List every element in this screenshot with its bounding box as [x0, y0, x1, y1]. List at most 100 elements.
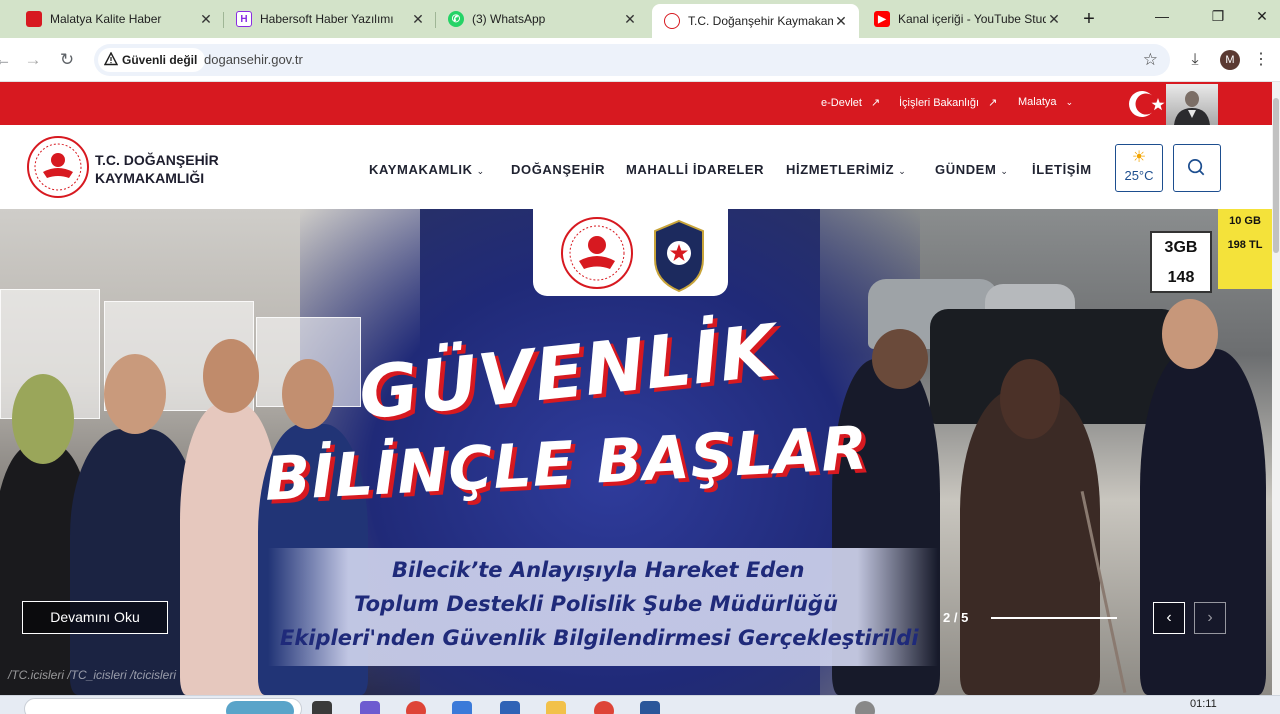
tab-whatsapp[interactable]: ✆ (3) WhatsApp ✕	[436, 4, 648, 34]
bookmark-star-icon[interactable]: ☆	[1143, 50, 1158, 70]
weather-widget-icon[interactable]	[226, 701, 294, 714]
ataturk-portrait	[1166, 84, 1218, 125]
brand-line-1: T.C. DOĞANŞEHİR	[95, 152, 219, 168]
security-label: Güvenli değil	[122, 53, 198, 67]
slide-subtitle-line-2: Toplum Destekli Polislik Şube Müdürlüğü	[354, 592, 838, 616]
malatya-label: Malatya	[1018, 96, 1057, 108]
app-icon[interactable]	[855, 701, 875, 714]
app-icon[interactable]	[500, 701, 520, 714]
nav-dogansehir[interactable]: DOĞANŞEHİR	[511, 162, 605, 177]
portrait-silhouette-icon	[1174, 91, 1210, 125]
tab-title: Kanal içeriği - YouTube Studi	[898, 12, 1046, 26]
tab-youtube-studio[interactable]: ▶ Kanal içeriği - YouTube Studi ✕	[862, 4, 1072, 34]
nav-label: DOĞANŞEHİR	[511, 162, 606, 177]
close-icon[interactable]: ✕	[1046, 11, 1062, 27]
back-arrow-icon[interactable]: ←	[0, 49, 14, 71]
chevron-down-icon: ⌄	[1000, 166, 1009, 176]
external-arrow-icon: ↗	[871, 97, 881, 109]
slide-subtitle-line-3: Ekipleri'nden Güvenlik Bilgilendirmesi G…	[280, 626, 919, 650]
close-icon[interactable]: ✕	[410, 11, 426, 27]
restore-icon[interactable]: ❐	[1206, 8, 1230, 30]
emblems-icon	[561, 217, 704, 293]
tab-title: (3) WhatsApp	[472, 12, 546, 26]
chevron-left-icon: ‹	[1166, 609, 1172, 626]
app-icon[interactable]	[452, 701, 472, 714]
nav-hizmetlerimiz[interactable]: HİZMETLERİMİZ ⌄	[786, 162, 906, 177]
tab-dogansehir-kaymakamligi[interactable]: T.C. Doğanşehir Kaymakaml ✕	[652, 4, 859, 38]
chevron-down-icon: ⌄	[898, 166, 907, 176]
brand-line-2: KAYMAKAMLIĞI	[95, 170, 205, 186]
nav-gundem[interactable]: GÜNDEM ⌄	[935, 162, 1009, 177]
search-icon	[1187, 158, 1205, 176]
tab-habersoft[interactable]: H Habersoft Haber Yazılımı ✕	[224, 4, 436, 34]
forward-arrow-icon[interactable]: →	[22, 49, 44, 71]
scrollbar-thumb[interactable]	[1273, 98, 1279, 253]
nav-kaymakamlik[interactable]: KAYMAKAMLIK ⌄	[369, 162, 485, 177]
kebab-menu-icon[interactable]: ⋮	[1250, 49, 1272, 71]
nav-iletisim[interactable]: İLETİŞİM	[1032, 162, 1092, 177]
window-close-icon[interactable]: ✕	[1250, 8, 1274, 30]
download-icon[interactable]: ⤓	[1184, 49, 1206, 71]
chevron-down-icon: ⌄	[1065, 97, 1074, 107]
close-icon[interactable]: ✕	[833, 13, 849, 29]
warning-triangle-icon	[104, 52, 118, 66]
address-bar[interactable]: Güvenli değil dogansehir.gov.tr ☆	[94, 44, 1170, 76]
nav-label: GÜNDEM	[935, 162, 997, 177]
news-favicon-icon	[26, 11, 42, 27]
weather-widget[interactable]: ☀ 25°C	[1115, 144, 1163, 192]
nav-label: KAYMAKAMLIK	[369, 162, 473, 177]
task-view-icon[interactable]	[312, 701, 332, 714]
profile-avatar[interactable]: M	[1220, 50, 1240, 70]
chevron-down-icon: ⌄	[476, 166, 485, 176]
word-icon[interactable]	[640, 701, 660, 714]
file-explorer-icon[interactable]	[546, 701, 566, 714]
tab-title: T.C. Doğanşehir Kaymakaml	[688, 14, 833, 28]
kaymakamlik-seal-logo[interactable]	[27, 136, 89, 198]
nav-mahalli-idareler[interactable]: MAHALLİ İDARELER	[626, 162, 764, 177]
taskbar-clock[interactable]: 01:11	[1190, 698, 1217, 710]
person-head	[872, 329, 928, 389]
malatya-dropdown[interactable]: Malatya ⌄	[1018, 96, 1073, 108]
windows-taskbar: 01:11	[0, 695, 1280, 714]
person-head	[1000, 359, 1060, 439]
copilot-icon[interactable]	[360, 701, 380, 714]
icisleri-link[interactable]: İçişleri Bakanlığı ↗	[899, 96, 997, 109]
tab-title: Malatya Kalite Haber	[50, 12, 162, 26]
browser-toolbar: ← → ↻ Güvenli değil dogansehir.gov.tr ☆ …	[0, 38, 1280, 82]
officer-figure	[1140, 349, 1266, 695]
new-tab-button[interactable]: +	[1078, 9, 1100, 31]
security-chip[interactable]: Güvenli değil	[98, 48, 206, 72]
nav-label: HİZMETLERİMİZ	[786, 162, 895, 177]
person-head	[1162, 299, 1218, 369]
chrome-icon[interactable]	[594, 701, 614, 714]
close-icon[interactable]: ✕	[622, 11, 638, 27]
edevlet-label: e-Devlet	[821, 97, 862, 109]
brand-name[interactable]: T.C. DOĞANŞEHİR KAYMAKAMLIĞI	[95, 151, 219, 187]
person-head	[12, 374, 74, 464]
close-icon[interactable]: ✕	[198, 11, 214, 27]
chrome-icon[interactable]	[406, 701, 426, 714]
tab-title: Habersoft Haber Yazılımı	[260, 12, 394, 26]
previous-slide-button[interactable]: ‹	[1153, 602, 1185, 634]
slide-progress-bar	[991, 617, 1117, 619]
search-button[interactable]	[1173, 144, 1221, 192]
person-head	[282, 359, 334, 429]
shop-sign: 3GB 148	[1150, 231, 1212, 293]
tab-malatya-kalite-haber[interactable]: Malatya Kalite Haber ✕	[14, 4, 224, 34]
sun-icon: ☀	[1131, 149, 1147, 166]
next-slide-button[interactable]: ›	[1194, 602, 1226, 634]
read-more-button[interactable]: Devamını Oku	[22, 601, 168, 634]
nav-label: İLETİŞİM	[1032, 162, 1092, 177]
person-head	[104, 354, 166, 434]
icisleri-label: İçişleri Bakanlığı	[899, 97, 980, 109]
habersoft-favicon-icon: H	[236, 11, 252, 27]
url-text[interactable]: dogansehir.gov.tr	[204, 52, 303, 67]
temperature: 25°C	[1124, 168, 1154, 183]
edevlet-link[interactable]: e-Devlet ↗	[821, 96, 880, 109]
external-arrow-icon: ↗	[988, 97, 998, 109]
reload-icon[interactable]: ↻	[56, 49, 78, 71]
nav-label: MAHALLİ İDARELER	[626, 162, 765, 177]
slide-subtitle-line-1: Bilecik’te Anlayışıyla Hareket Eden	[392, 558, 805, 582]
minimize-icon[interactable]: —	[1150, 8, 1174, 30]
youtube-icon: ▶	[874, 11, 890, 27]
